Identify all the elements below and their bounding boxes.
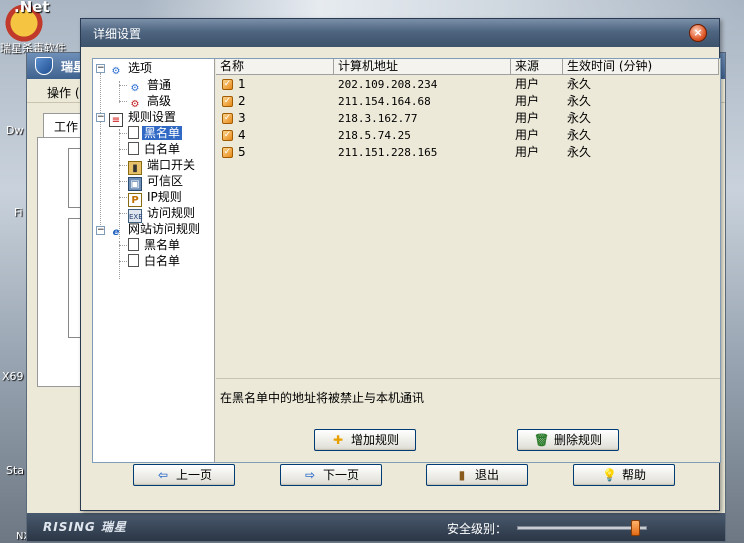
add-rule-button[interactable]: ✚ 增加规则 (314, 429, 416, 451)
cell-name: 3 (238, 111, 246, 125)
table-row[interactable]: ✓ 2 211.154.164.68 用户 永久 (216, 93, 684, 110)
cell-name: 5 (238, 145, 246, 159)
cell-name: 4 (238, 128, 246, 142)
cell-source: 用户 (515, 111, 540, 125)
collapse-toggle[interactable]: − (96, 64, 105, 73)
tree-item-website-rules[interactable]: e 网站访问规则 (109, 221, 202, 238)
cell-address: 218.5.74.25 (338, 129, 411, 142)
table-row[interactable]: ✓ 3 218.3.162.77 用户 永久 (216, 110, 684, 127)
desktop-icon-label[interactable]: Fi (14, 206, 23, 219)
desktop-logo-text: .Net (14, 0, 50, 16)
ie-icon: e (112, 227, 120, 238)
help-button[interactable]: 💡 帮助 (573, 464, 675, 486)
arrow-right-icon: ⇨ (304, 468, 316, 482)
delete-rule-button[interactable]: 🗑 删除规则 (517, 429, 619, 451)
blacklist-table[interactable]: 名称 计算机地址 来源 生效时间 (分钟) ✓ 1 202.109.208.23… (216, 59, 720, 379)
rising-brand-logo: RISING 瑞星 (43, 520, 127, 534)
tree-item-web-blacklist[interactable]: 黑名单 (128, 237, 182, 253)
desktop-icon-label[interactable]: Dw (6, 124, 23, 137)
desktop-icon-label[interactable]: Sta (6, 464, 24, 477)
gear-icon: ⚙ (111, 66, 121, 77)
prev-page-button[interactable]: ⇦ 上一页 (133, 464, 235, 486)
cell-address: 211.151.228.165 (338, 146, 438, 159)
close-button[interactable]: × (689, 24, 707, 42)
desktop-icon-label[interactable]: X69 (2, 370, 24, 383)
tree-item-advanced[interactable]: ⚙ 高级 (128, 93, 173, 110)
cell-duration: 永久 (567, 111, 592, 125)
lightbulb-icon: 💡 (601, 468, 617, 482)
main-pane: − ⚙ 选项 ⚙ 普通 ⚙ 高级 − ≡ 规则设置 黑名单 白名单 ▮ 端口开关… (92, 58, 721, 463)
cell-source: 用户 (515, 94, 540, 108)
tree-item-ip-rules[interactable]: P IP规则 (128, 189, 184, 207)
exit-door-icon: ▮ (458, 468, 466, 482)
checkbox[interactable]: ✓ (222, 147, 233, 158)
tree-item-port-switch[interactable]: ▮ 端口开关 (128, 157, 197, 175)
column-header-address[interactable]: 计算机地址 (334, 59, 511, 75)
collapse-toggle[interactable]: − (96, 113, 105, 122)
tree-item-trusted-zone[interactable]: ▣ 可信区 (128, 173, 185, 191)
cell-address: 202.109.208.234 (338, 78, 438, 91)
column-header-duration[interactable]: 生效时间 (分钟) (563, 59, 719, 75)
security-level-label: 安全级别： (447, 522, 508, 536)
collapse-toggle[interactable]: − (96, 226, 105, 235)
settings-tree[interactable]: − ⚙ 选项 ⚙ 普通 ⚙ 高级 − ≡ 规则设置 黑名单 白名单 ▮ 端口开关… (93, 59, 215, 462)
status-footer: RISING 瑞星 安全级别： (27, 513, 725, 541)
cell-name: 1 (238, 77, 246, 91)
next-page-button[interactable]: ⇨ 下一页 (280, 464, 382, 486)
tree-item-rule-settings[interactable]: ≡ 规则设置 (109, 109, 178, 127)
document-icon (128, 126, 139, 139)
tree-item-general[interactable]: ⚙ 普通 (128, 77, 173, 94)
checkbox[interactable]: ✓ (222, 113, 233, 124)
table-header: 名称 计算机地址 来源 生效时间 (分钟) (216, 59, 720, 75)
plus-icon: ✚ (332, 433, 344, 447)
arrow-left-icon: ⇦ (157, 468, 169, 482)
table-row[interactable]: ✓ 5 211.151.228.165 用户 永久 (216, 144, 684, 161)
security-level-slider[interactable] (517, 520, 647, 536)
document-icon (128, 238, 139, 251)
cell-duration: 永久 (567, 128, 592, 142)
shield-icon (35, 57, 53, 75)
document-icon (128, 142, 139, 155)
cell-source: 用户 (515, 128, 540, 142)
slider-thumb[interactable] (631, 520, 640, 536)
tree-item-web-whitelist[interactable]: 白名单 (128, 253, 182, 269)
cell-name: 2 (238, 94, 246, 108)
checkbox[interactable]: ✓ (222, 96, 233, 107)
column-header-name[interactable]: 名称 (216, 59, 334, 75)
table-row[interactable]: ✓ 1 202.109.208.234 用户 永久 (216, 76, 684, 93)
checkbox[interactable]: ✓ (222, 79, 233, 90)
cell-address: 218.3.162.77 (338, 112, 418, 125)
tree-item-options[interactable]: ⚙ 选项 (109, 60, 154, 77)
column-header-source[interactable]: 来源 (511, 59, 563, 75)
table-row[interactable]: ✓ 4 218.5.74.25 用户 永久 (216, 127, 684, 144)
cell-source: 用户 (515, 77, 540, 91)
cell-address: 211.154.164.68 (338, 95, 431, 108)
detail-settings-dialog: 详细设置 × − ⚙ 选项 ⚙ 普通 ⚙ 高级 − ≡ 规则设置 黑名单 白名单… (80, 18, 721, 511)
trash-icon: 🗑 (533, 433, 550, 447)
rule-description: 在黑名单中的地址将被禁止与本机通讯 (220, 391, 425, 405)
exit-button[interactable]: ▮ 退出 (426, 464, 528, 486)
cell-duration: 永久 (567, 77, 592, 91)
tree-item-whitelist[interactable]: 白名单 (128, 141, 182, 157)
cell-duration: 永久 (567, 145, 592, 159)
checkbox[interactable]: ✓ (222, 130, 233, 141)
tree-item-access-rules[interactable]: EXE 访问规则 (128, 205, 197, 223)
dialog-title: 详细设置 (93, 27, 142, 41)
dialog-title-bar[interactable]: 详细设置 × (81, 19, 719, 47)
menu-operate[interactable]: 操作 ( (47, 86, 80, 100)
rules-icon: ≡ (109, 113, 123, 127)
document-icon (128, 254, 139, 267)
cell-duration: 永久 (567, 94, 592, 108)
tree-item-blacklist[interactable]: 黑名单 (128, 125, 183, 141)
cell-source: 用户 (515, 145, 540, 159)
